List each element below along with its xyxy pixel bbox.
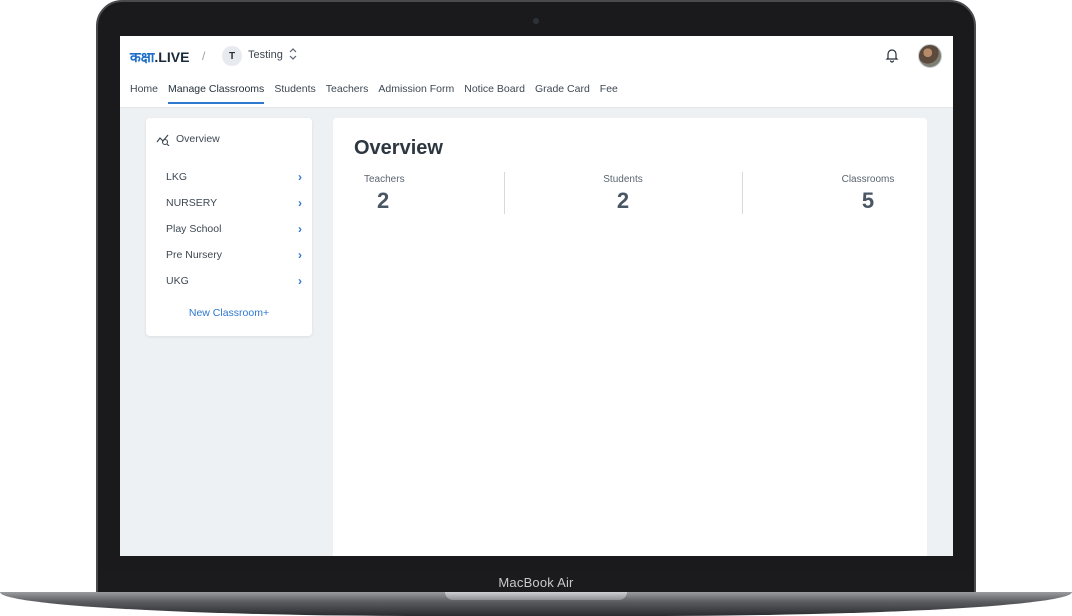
main-nav: Home Manage Classrooms Students Teachers… [130,82,618,108]
stat-students: Students 2 [602,174,644,214]
stat-value: 5 [861,188,875,213]
brand-live: .LIVE [154,49,190,65]
nav-students[interactable]: Students [274,82,315,108]
bell-icon[interactable] [885,47,899,63]
chevron-right-icon: › [298,170,302,184]
breadcrumb-separator: / [202,49,206,63]
nav-manage-classrooms[interactable]: Manage Classrooms [168,82,265,104]
app-screen: कक्षा.LIVE / T Testing Home Manage Class… [120,36,953,556]
sidebar-item-nursery[interactable]: NURSERY › [166,190,302,216]
nav-teachers[interactable]: Teachers [326,82,369,108]
chevron-right-icon: › [298,274,302,288]
stat-label: Teachers [364,174,405,185]
stat-teachers: Teachers 2 [364,174,405,214]
user-avatar[interactable] [918,44,942,68]
stat-value: 2 [377,188,390,213]
overview-panel: Overview Teachers 2 Students 2 Classroom… [333,118,927,556]
workspace-avatar[interactable]: T [222,46,242,66]
sidebar-item-pre-nursery[interactable]: Pre Nursery › [166,242,302,268]
sidebar-item-lkg[interactable]: LKG › [166,164,302,190]
chart-icon [156,132,170,147]
sidebar-overview[interactable]: Overview [156,132,220,147]
class-label: LKG [166,171,188,183]
class-label: UKG [166,275,189,287]
class-label: Pre Nursery [166,249,223,261]
sidebar-item-play-school[interactable]: Play School › [166,216,302,242]
stat-label: Classrooms [841,174,895,185]
classroom-list: LKG › NURSERY › Play School › Pre Nurser… [166,164,302,294]
device-label: MacBook Air [498,575,574,590]
class-label: NURSERY [166,197,218,209]
sidebar-overview-label: Overview [176,133,220,145]
laptop-notch [445,592,627,600]
nav-admission-form[interactable]: Admission Form [378,82,454,108]
app-header: कक्षा.LIVE / T Testing Home Manage Class… [120,36,953,108]
nav-notice-board[interactable]: Notice Board [464,82,525,108]
chevron-right-icon: › [298,222,302,236]
page-title: Overview [354,137,443,159]
brand-logo[interactable]: कक्षा.LIVE [130,48,189,67]
nav-grade-card[interactable]: Grade Card [535,82,590,108]
chevron-right-icon: › [298,248,302,262]
new-classroom-button[interactable]: New Classroom+ [146,307,312,319]
nav-fee[interactable]: Fee [600,82,618,108]
stat-divider [504,172,505,214]
classroom-sidebar: Overview LKG › NURSERY › Play School › P… [146,118,312,336]
workspace-switcher-icon[interactable] [289,47,297,63]
chevron-right-icon: › [298,196,302,210]
class-label: Play School [166,223,222,235]
brand-hindi: कक्षा [130,49,155,65]
workspace-name[interactable]: Testing [248,49,283,61]
stat-classrooms: Classrooms 5 [838,174,898,214]
stat-divider [742,172,743,214]
sidebar-item-ukg[interactable]: UKG › [166,268,302,294]
nav-home[interactable]: Home [130,82,158,108]
camera-icon [533,18,539,24]
stat-label: Students [603,174,643,185]
stat-value: 2 [616,188,630,213]
